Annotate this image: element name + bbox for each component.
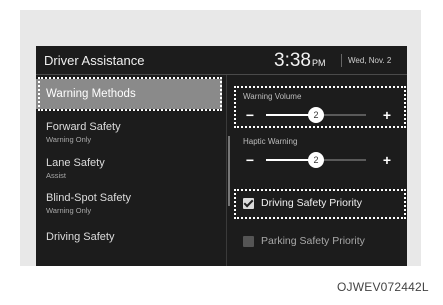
date-display: Wed, Nov. 2 [348,56,392,65]
figure-code: OJWEV072442L [337,280,429,294]
page-title: Driver Assistance [44,53,145,68]
checkbox-checked-icon[interactable] [243,198,254,209]
menu-item-warning-methods[interactable]: Warning Methods [36,79,222,109]
checkbox-unchecked-icon[interactable] [243,236,254,247]
divider [226,75,227,266]
infotainment-screen: Driver Assistance 3:38PM Wed, Nov. 2 War… [36,46,407,266]
menu-item-forward-safety[interactable]: Forward Safety Warning Only [36,115,222,149]
scrollbar[interactable] [228,136,230,206]
volume-increase-button[interactable]: + [379,107,395,123]
menu-item-sublabel: Assist [46,171,67,180]
slider-track[interactable]: 2 [266,107,366,123]
volume-decrease-button[interactable]: − [242,107,258,123]
warning-volume-slider[interactable]: − 2 + [233,105,407,125]
haptic-decrease-button[interactable]: − [242,152,258,168]
menu-item-driving-safety[interactable]: Driving Safety [36,225,222,251]
settings-menu: Warning Methods Forward Safety Warning O… [36,75,226,266]
menu-item-label: Blind-Spot Safety [46,192,131,204]
menu-item-blind-spot-safety[interactable]: Blind-Spot Safety Warning Only [36,186,222,220]
option-label: Driving Safety Priority [261,197,362,209]
haptic-increase-button[interactable]: + [379,152,395,168]
haptic-warning-slider[interactable]: − 2 + [233,150,407,170]
clock-ampm: PM [311,58,326,68]
haptic-warning-label: Haptic Warning [243,137,298,146]
menu-item-label: Lane Safety [46,157,105,169]
slider-track[interactable]: 2 [266,152,366,168]
slider-thumb[interactable]: 2 [308,107,324,123]
menu-item-sublabel: Warning Only [46,135,92,144]
menu-item-sublabel: Warning Only [46,206,92,215]
menu-item-label: Driving Safety [46,231,115,243]
option-label: Parking Safety Priority [261,235,365,247]
clock-time: 3:38 [274,50,311,71]
warning-volume-label: Warning Volume [243,92,302,101]
driving-safety-priority-option[interactable]: Driving Safety Priority [241,194,401,214]
parking-safety-priority-option[interactable]: Parking Safety Priority [241,232,401,252]
menu-item-label: Forward Safety [46,121,121,133]
warning-settings-panel: Warning Volume − 2 + Haptic Warning − 2 … [233,75,407,266]
top-bar: Driver Assistance 3:38PM Wed, Nov. 2 [36,46,407,75]
clock: 3:38PM [274,50,325,72]
menu-item-label: Warning Methods [46,88,136,100]
divider [341,54,342,67]
slider-thumb[interactable]: 2 [308,152,324,168]
menu-item-lane-safety[interactable]: Lane Safety Assist [36,151,222,185]
